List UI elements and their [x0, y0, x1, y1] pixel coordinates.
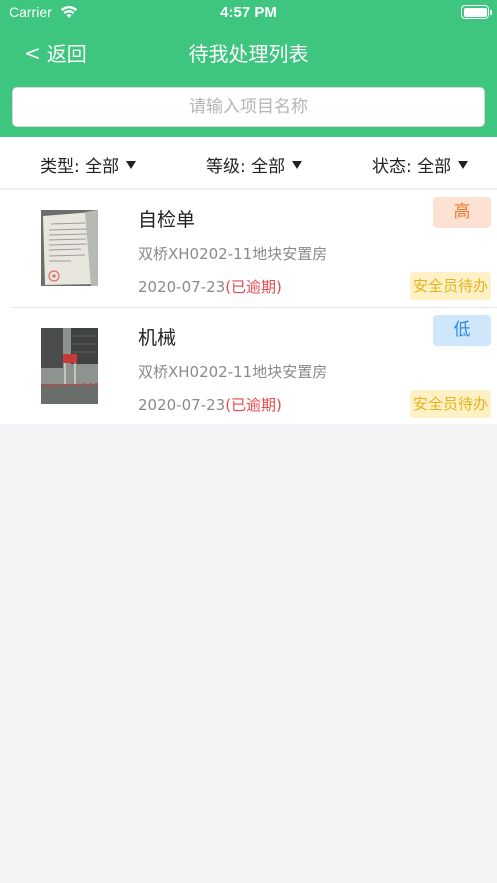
overdue-label: (已逾期): [225, 278, 282, 296]
list-item[interactable]: 机械 双桥XH0202-11地块安置房 2020-07-23(已逾期) 低 安全…: [12, 307, 497, 424]
battery-icon: [461, 5, 492, 19]
status-badge: 安全员待办: [409, 272, 491, 300]
item-date: 2020-07-23(已逾期): [138, 276, 282, 297]
document-photo-thumbnail: [41, 210, 98, 286]
search-box: [12, 87, 485, 127]
item-date-value: 2020-07-23: [138, 396, 226, 414]
item-title: 自检单: [138, 209, 196, 231]
search-input[interactable]: [13, 88, 484, 126]
site-photo-thumbnail: [41, 328, 98, 404]
filter-level-value: 全部: [251, 157, 286, 177]
level-badge: 低: [433, 315, 491, 346]
caret-down-icon: [292, 160, 303, 169]
level-badge: 高: [433, 197, 491, 228]
caret-down-icon: [126, 160, 137, 169]
caret-down-icon: [458, 160, 469, 169]
filter-type[interactable]: 类型: 全部: [40, 152, 137, 177]
nav-bar: < 返回 待我处理列表: [0, 30, 497, 74]
filter-status[interactable]: 状态: 全部: [372, 152, 469, 177]
item-project: 双桥XH0202-11地块安置房: [138, 245, 328, 263]
status-bar: Carrier 4:57 PM: [0, 0, 497, 26]
item-date-value: 2020-07-23: [138, 278, 226, 296]
item-date: 2020-07-23(已逾期): [138, 394, 282, 415]
filter-type-value: 全部: [85, 157, 120, 177]
task-list: 自检单 双桥XH0202-11地块安置房 2020-07-23(已逾期) 高 安…: [0, 190, 497, 424]
item-title: 机械: [138, 327, 177, 349]
filter-level[interactable]: 等级: 全部: [206, 152, 303, 177]
clock: 4:57 PM: [220, 4, 277, 21]
item-project: 双桥XH0202-11地块安置房: [138, 363, 328, 381]
filter-level-label: 等级:: [206, 157, 246, 177]
status-badge: 安全员待办: [409, 390, 491, 418]
filter-bar: 类型: 全部 等级: 全部 状态: 全部: [0, 137, 497, 189]
filter-status-value: 全部: [417, 157, 452, 177]
overdue-label: (已逾期): [225, 396, 282, 414]
filter-type-label: 类型:: [40, 157, 80, 177]
filter-status-label: 状态:: [372, 157, 412, 177]
list-item[interactable]: 自检单 双桥XH0202-11地块安置房 2020-07-23(已逾期) 高 安…: [0, 190, 497, 307]
page-title: 待我处理列表: [188, 42, 309, 66]
header: Carrier 4:57 PM < 返回 待我处理列表: [0, 0, 497, 137]
